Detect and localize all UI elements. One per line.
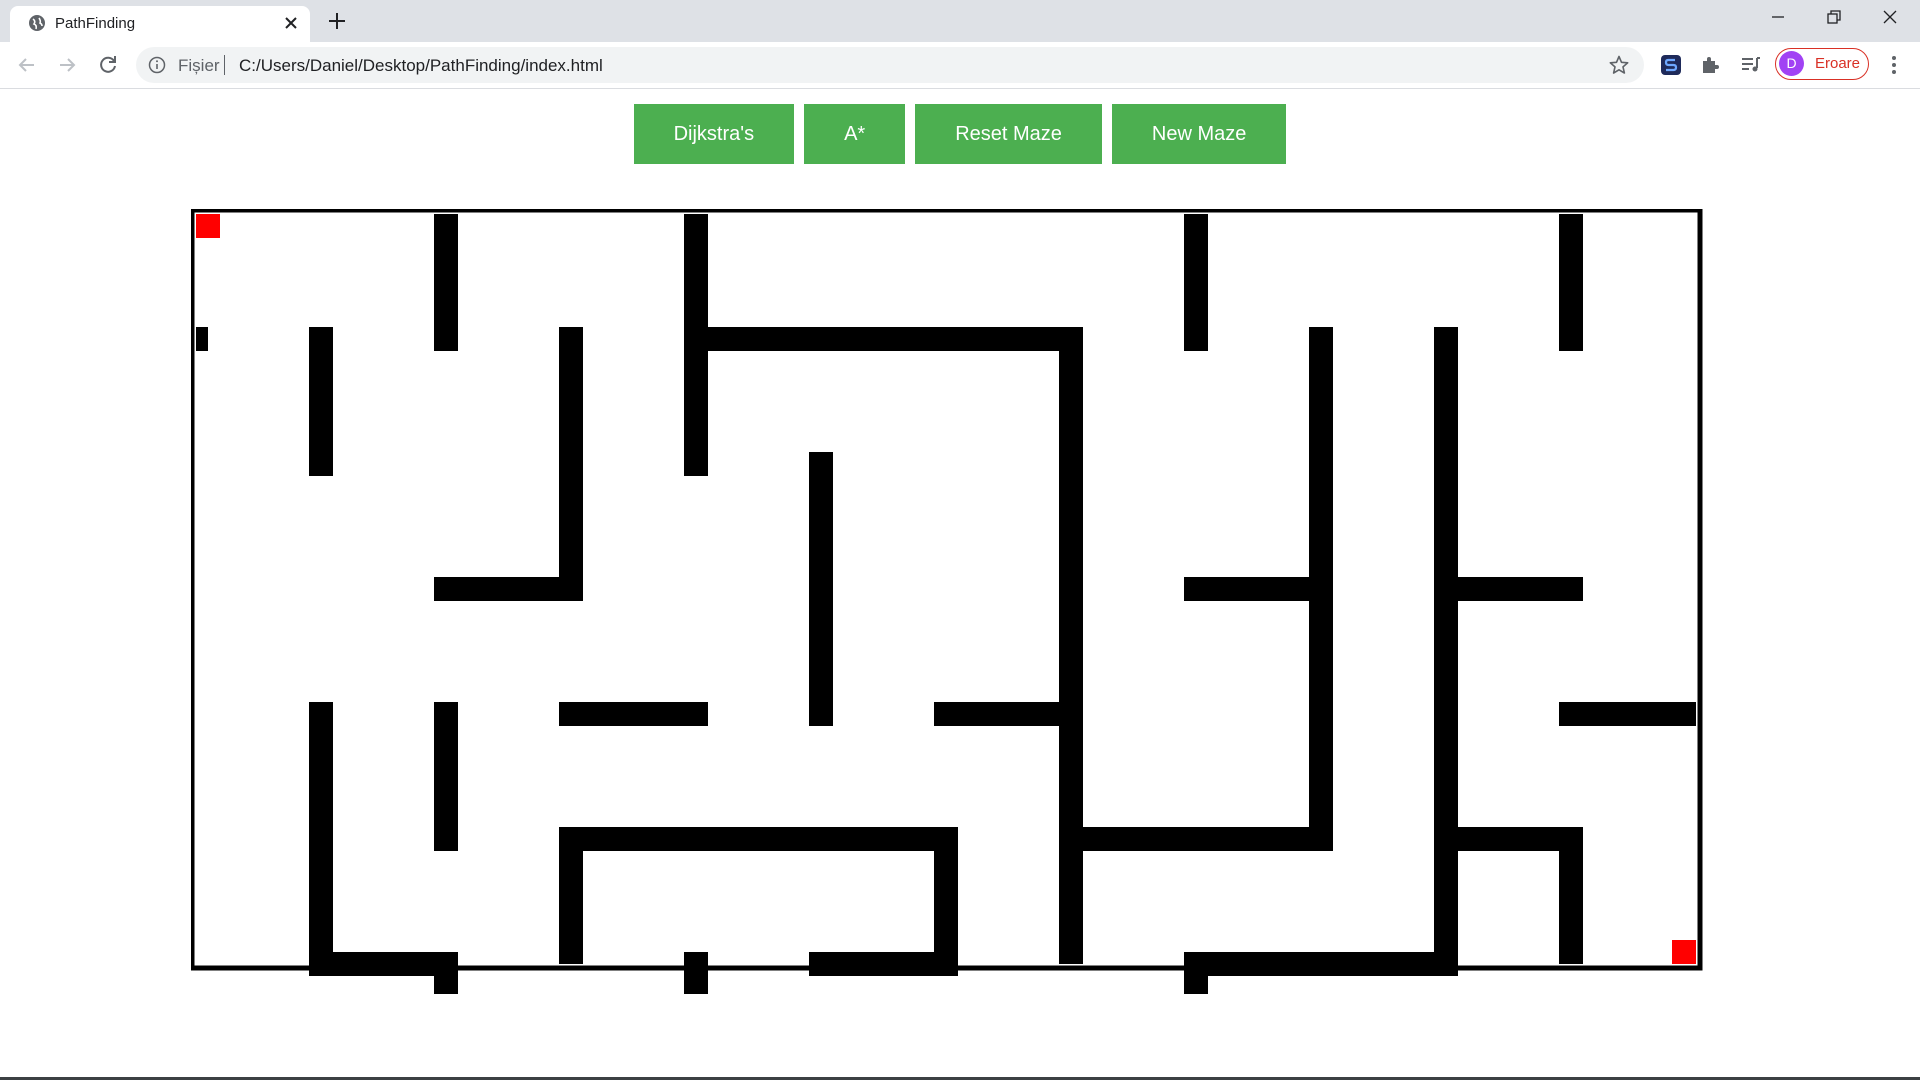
- maze-wall: [684, 327, 1083, 351]
- reset-maze-button[interactable]: Reset Maze: [915, 104, 1102, 164]
- end-marker: [1672, 940, 1696, 964]
- maze-wall: [1434, 327, 1458, 964]
- maze-wall: [1559, 214, 1583, 351]
- maze-wall: [309, 702, 333, 964]
- restore-icon[interactable]: [1806, 0, 1862, 36]
- address-url[interactable]: C:/Users/Daniel/Desktop/PathFinding/inde…: [239, 56, 603, 76]
- control-buttons: Dijkstra's A* Reset Maze New Maze: [0, 104, 1920, 164]
- maze-wall: [1559, 702, 1696, 726]
- maze-wall: [434, 702, 458, 851]
- browser-toolbar: Fișier C:/Users/Daniel/Desktop/PathFindi…: [0, 42, 1920, 89]
- address-bar[interactable]: Fișier C:/Users/Daniel/Desktop/PathFindi…: [136, 47, 1644, 83]
- globe-icon: [29, 15, 45, 31]
- maze-wall: [434, 952, 458, 994]
- maze-wall: [809, 452, 833, 726]
- page-viewport: Dijkstra's A* Reset Maze New Maze: [0, 89, 1920, 1080]
- star-icon[interactable]: [1608, 54, 1630, 76]
- puzzle-icon[interactable]: [1699, 53, 1723, 77]
- profile-button[interactable]: D Eroare: [1775, 48, 1869, 80]
- info-icon[interactable]: [148, 56, 166, 74]
- maze-wall: [196, 327, 208, 351]
- maze-wall: [559, 702, 708, 726]
- close-window-icon[interactable]: [1862, 0, 1918, 36]
- minimize-icon[interactable]: [1750, 0, 1806, 36]
- dijkstra-button[interactable]: Dijkstra's: [633, 104, 795, 164]
- more-vert-icon[interactable]: [1882, 53, 1906, 77]
- maze-wall: [559, 827, 958, 851]
- tab-title: PathFinding: [55, 15, 136, 32]
- reload-icon[interactable]: [96, 53, 120, 77]
- profile-status-label: Eroare: [1815, 55, 1861, 72]
- maze-wall: [1184, 214, 1208, 351]
- astar-button[interactable]: A*: [804, 104, 906, 164]
- tab-strip: PathFinding: [0, 0, 1920, 42]
- maze-wall: [434, 214, 458, 351]
- new-maze-button[interactable]: New Maze: [1111, 104, 1287, 164]
- plus-icon[interactable]: [325, 9, 349, 33]
- maze-wall: [559, 327, 583, 601]
- extension-s-icon[interactable]: [1659, 53, 1683, 77]
- address-scheme: Fișier: [178, 56, 220, 75]
- maze-wall: [559, 827, 583, 964]
- avatar: D: [1779, 51, 1804, 76]
- maze-wall: [1184, 952, 1208, 994]
- maze-wall: [1184, 952, 1458, 976]
- maze-wall: [1559, 827, 1583, 964]
- maze-wall: [684, 952, 708, 994]
- browser-tab[interactable]: PathFinding: [10, 6, 310, 42]
- maze-wall: [934, 827, 958, 964]
- back-arrow-icon[interactable]: [15, 53, 39, 77]
- address-separator: [224, 55, 225, 75]
- start-marker: [196, 214, 220, 238]
- forward-arrow-icon[interactable]: [55, 53, 79, 77]
- media-queue-icon[interactable]: [1739, 53, 1763, 77]
- maze-wall: [1309, 327, 1333, 851]
- maze-canvas[interactable]: [191, 209, 1729, 994]
- maze-wall: [684, 214, 708, 476]
- maze-wall: [309, 327, 333, 476]
- close-icon[interactable]: [280, 12, 302, 34]
- maze-wall: [1059, 327, 1083, 964]
- maze-wall: [1059, 827, 1333, 851]
